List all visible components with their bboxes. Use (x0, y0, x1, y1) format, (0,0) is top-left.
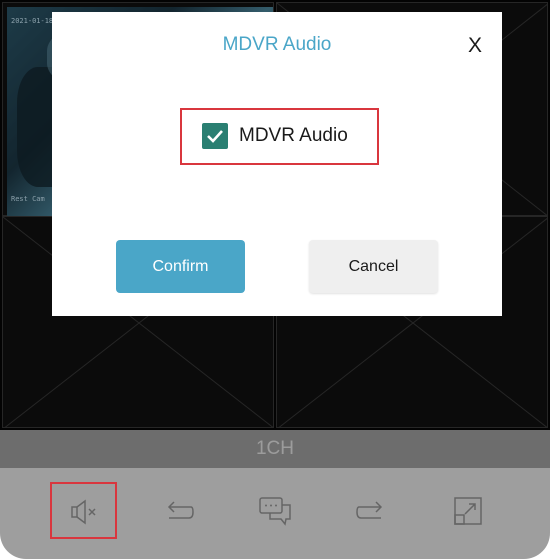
checkbox-label: MDVR Audio (239, 125, 348, 146)
close-button[interactable]: X (468, 34, 482, 58)
checkmark-icon (207, 130, 223, 143)
mdvr-audio-option[interactable]: MDVR Audio (180, 108, 378, 164)
mdvr-audio-checkbox[interactable] (202, 123, 228, 149)
cancel-button[interactable]: Cancel (309, 240, 438, 293)
mdvr-audio-dialog: MDVR Audio X MDVR Audio Confirm Cancel (52, 12, 502, 316)
confirm-button[interactable]: Confirm (116, 240, 245, 293)
mute-button-highlight (50, 482, 117, 539)
dialog-title: MDVR Audio (222, 34, 332, 55)
